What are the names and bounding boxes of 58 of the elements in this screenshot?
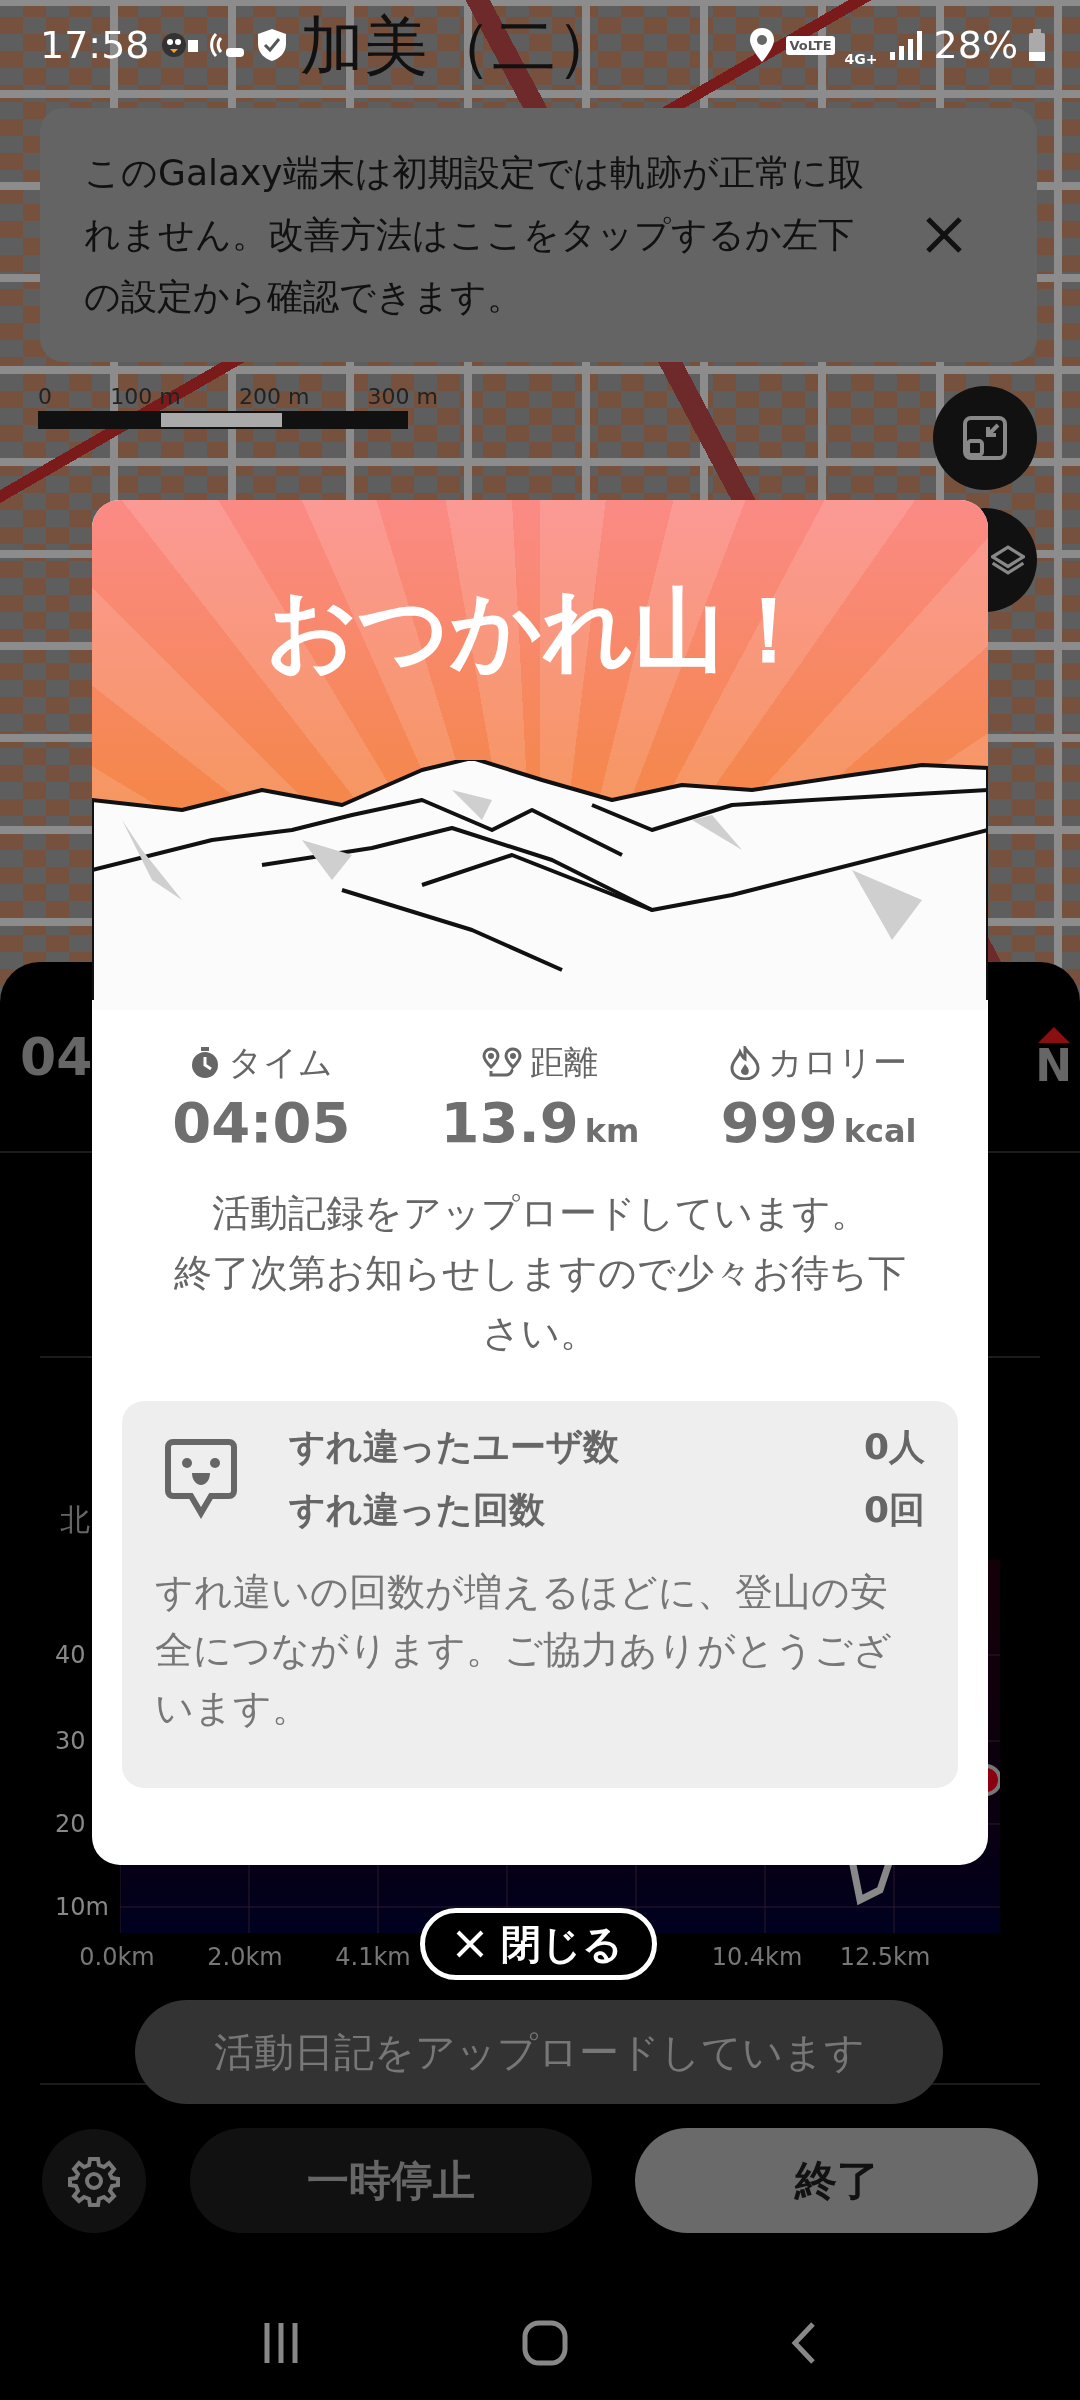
passby-count: 0人 (863, 1425, 925, 1469)
stat-value: 04:05 (172, 1090, 351, 1155)
dialog-title: おつかれ山！ (265, 576, 815, 684)
layers-icon (991, 545, 1025, 575)
stat-label: 距離 (530, 1041, 598, 1084)
close-icon[interactable] (924, 215, 964, 255)
home-icon[interactable] (522, 2320, 568, 2366)
axis-label: 20 (55, 1812, 86, 1836)
upload-message: 終了次第お知らせしますので少々お待ち下さい。 (173, 1250, 907, 1357)
scale-label: 200 m (238, 384, 310, 409)
passby-note: すれ違いの回数が増えるほどに、登山の安全につながります。ご協力ありがとうございます。 (155, 1569, 893, 1732)
axis-label: 30 (55, 1729, 86, 1753)
stat-value: 13.9 (440, 1090, 579, 1155)
upload-toast: 活動日記をアップロードしています (135, 2000, 943, 2104)
notice-text: このGalaxy端末は初期設定では軌跡が正常に取れません。改善方法はここをタップするか左下の設定から確認できます。 (84, 151, 865, 319)
location-pin-icon (748, 26, 777, 64)
close-icon (454, 1929, 485, 1959)
battery-percent: 28% (933, 23, 1018, 67)
nfc-icon (209, 30, 246, 60)
close-button[interactable]: 閉じる (420, 1908, 657, 1980)
elapsed-time: 04 (20, 1026, 93, 1087)
axis-label: 12.5km (839, 1943, 931, 1973)
signal-icon (887, 28, 924, 62)
compass-arrow-icon (1036, 1025, 1071, 1044)
flame-icon (730, 1046, 761, 1080)
axis-label: 0.0km (79, 1943, 155, 1973)
passby-label: すれ違った回数 (289, 1488, 545, 1532)
upload-message: 活動記録をアップロードしています。 (210, 1190, 870, 1237)
axis-label: 10.4km (711, 1943, 803, 1973)
route-pins-icon (482, 1047, 522, 1079)
compass-label: N (1035, 1043, 1072, 1088)
network-type-label: 4G+ (844, 51, 878, 67)
map-label: 加美（二） (300, 14, 620, 78)
direction-label: 北 (60, 1502, 90, 1537)
axis-label: 40 (55, 1643, 86, 1667)
scale-label: 0 (38, 384, 52, 409)
notice-banner[interactable]: このGalaxy端末は初期設定では軌跡が正常に取れません。改善方法はここをタップするか左下の設定から確認できます。 (40, 108, 1037, 362)
finish-button[interactable]: 終了 (635, 2128, 1038, 2233)
pause-button[interactable]: 一時停止 (190, 2128, 592, 2233)
stat-unit: km (584, 1112, 640, 1150)
axis-label: 2.0km (207, 1943, 283, 1973)
passby-label: すれ違ったユーザ数 (289, 1425, 619, 1469)
smiling-chat-icon (165, 1439, 237, 1519)
stat-label: カロリー (768, 1041, 908, 1084)
battery-icon (1028, 28, 1046, 62)
clock: 17:58 (40, 23, 150, 67)
stat-value: 999 (720, 1090, 838, 1155)
network-label: VoLTE (786, 35, 835, 55)
stopwatch-icon (189, 1047, 220, 1079)
axis-label: 4.1km (335, 1943, 411, 1973)
shrink-icon (962, 415, 1008, 461)
stat-label: タイム (227, 1041, 333, 1084)
axis-label: 10m (55, 1895, 109, 1919)
scale-label: 300 m (367, 384, 438, 409)
passby-count: 0回 (863, 1488, 925, 1532)
shield-check-icon (255, 27, 288, 63)
settings-icon (68, 2154, 120, 2207)
stat-unit: kcal (843, 1112, 917, 1150)
